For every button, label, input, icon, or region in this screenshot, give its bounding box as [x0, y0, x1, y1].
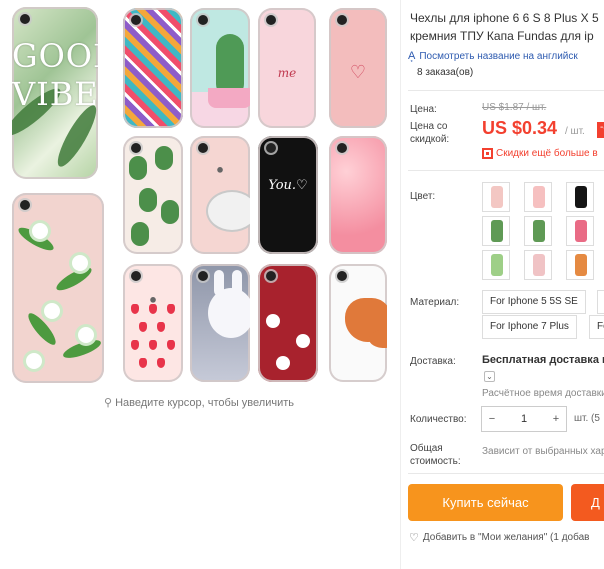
chevron-down-icon[interactable]: ⌄ — [484, 371, 495, 382]
color-swatch[interactable] — [524, 182, 552, 212]
material-option-5-5s-se[interactable]: For Iphone 5 5S SE — [482, 290, 586, 314]
total-value: Зависит от выбранных хар — [482, 446, 604, 457]
camera-icon — [337, 271, 347, 281]
camera-icon — [131, 15, 141, 25]
original-price: US $1.87 / шт. — [482, 102, 547, 113]
magnifier-icon: ⚲ — [104, 397, 113, 409]
qr-code-icon — [482, 148, 493, 159]
material-option-7-plus[interactable]: For Iphone 7 Plus — [482, 315, 577, 339]
heart-icon: ♡ — [349, 62, 367, 82]
coupon-link[interactable]: Скидки ещё больше в — [482, 148, 598, 159]
quantity-label: Количество: — [410, 414, 467, 425]
bunny-head — [208, 288, 250, 338]
shipping-label: Доставка: — [410, 356, 456, 367]
case-me-heart[interactable]: me — [258, 8, 316, 128]
camera-icon — [266, 143, 276, 153]
zoom-hint: ⚲ Наведите курсор, чтобы увеличить — [104, 396, 294, 410]
camera-icon — [198, 143, 208, 153]
color-swatch[interactable] — [524, 250, 552, 280]
delivery-time: Расчётное время доставки — [482, 388, 604, 399]
case-cactus-pot[interactable] — [190, 8, 250, 128]
case-black-you[interactable]: You.♡ — [258, 136, 318, 254]
product-gallery: GOOD VIBES me ♡ ● — [0, 0, 400, 569]
case-text: me — [277, 66, 297, 80]
shipping-value: Бесплатная доставка в — [482, 354, 604, 366]
case-pink-heart[interactable]: ♡ — [329, 8, 387, 128]
zoom-hint-text: Наведите курсор, чтобы увеличить — [115, 396, 294, 409]
label-line: скидкой: — [410, 134, 450, 145]
case-cacti-pattern[interactable] — [123, 136, 183, 254]
price-label: Цена: — [410, 104, 437, 115]
coupon-text: Скидки ещё больше в — [496, 148, 598, 159]
translate-link-text: Посмотреть название на английск — [419, 50, 578, 62]
case-red-roses[interactable] — [258, 264, 318, 382]
material-option[interactable]: Fo — [589, 315, 604, 339]
color-swatch[interactable] — [566, 250, 594, 280]
orders-count: 8 заказа(ов) — [417, 67, 474, 78]
case-tropical-flowers[interactable] — [12, 193, 104, 383]
color-swatch[interactable] — [566, 182, 594, 212]
color-swatch[interactable] — [482, 216, 510, 246]
add-to-wishlist-link[interactable]: ♡ Добавить в "Мои желания" (1 добав — [409, 531, 589, 544]
case-cat[interactable]: ● — [190, 136, 250, 254]
pot-shape — [208, 88, 250, 108]
material-option[interactable]: F — [597, 290, 604, 314]
camera-icon — [20, 200, 30, 210]
add-to-cart-button[interactable]: Д — [571, 484, 604, 521]
camera-icon — [337, 15, 347, 25]
camera-icon — [20, 14, 30, 24]
camera-icon — [337, 143, 347, 153]
apple-logo-icon: ● — [149, 291, 157, 307]
plus-button[interactable]: + — [546, 413, 566, 425]
discount-price: US $0.34 — [482, 118, 558, 138]
discount-price-label: Цена со скидкой: — [410, 120, 449, 146]
color-swatch[interactable] — [482, 250, 510, 280]
apple-logo-icon: ● — [216, 161, 224, 177]
case-white-bunny[interactable] — [190, 264, 250, 382]
material-label: Материал: — [410, 297, 460, 308]
camera-icon — [266, 15, 276, 25]
color-swatch[interactable] — [524, 216, 552, 246]
camera-icon — [198, 15, 208, 25]
label-line: Цена со — [410, 121, 448, 132]
label-line: Общая — [410, 443, 443, 454]
quantity-input[interactable]: 1 — [504, 413, 544, 425]
case-colorful-hearts[interactable] — [123, 8, 183, 128]
case-fox[interactable] — [329, 264, 387, 382]
case-text: GOOD VIBES — [12, 37, 98, 113]
cat-face — [208, 192, 250, 230]
color-label: Цвет: — [410, 191, 436, 202]
case-strawberries[interactable]: ● — [123, 264, 183, 382]
camera-icon — [131, 271, 141, 281]
product-info-panel: Чехлы для iphone 6 6 S 8 Plus X 5 кремни… — [400, 0, 604, 569]
camera-icon — [198, 271, 208, 281]
translate-icon: A͙ — [408, 50, 416, 62]
product-title-line: кремния ТПУ Капа Fundas для ip — [410, 29, 594, 43]
discount-badge: -8 — [597, 122, 604, 138]
wishlist-text: Добавить в "Мои желания" (1 добав — [422, 532, 590, 543]
color-swatch[interactable] — [482, 182, 510, 212]
camera-icon — [131, 143, 141, 153]
minus-button[interactable]: − — [482, 413, 502, 425]
case-good-vibes[interactable]: GOOD VIBES — [12, 7, 98, 179]
case-text: You.♡ — [268, 178, 308, 193]
quantity-stepper: − 1 + — [481, 406, 567, 432]
fox-tail — [369, 330, 387, 348]
product-title: Чехлы для iphone 6 6 S 8 Plus X 5 кремни… — [410, 9, 604, 45]
divider — [408, 90, 604, 91]
price-unit: / шт. — [565, 126, 585, 137]
buy-now-button[interactable]: Купить сейчас — [408, 484, 563, 521]
quantity-unit: шт. (5 — [574, 413, 600, 424]
product-title-line: Чехлы для iphone 6 6 S 8 Plus X 5 — [410, 11, 599, 25]
case-pink-petals[interactable] — [329, 136, 387, 254]
total-label: Общая стоимость: — [410, 442, 461, 468]
translate-title-link[interactable]: A͙ Посмотреть название на английск — [408, 50, 578, 62]
divider — [408, 473, 604, 474]
label-line: стоимость: — [410, 456, 461, 467]
camera-icon — [266, 271, 276, 281]
heart-outline-icon: ♡ — [409, 532, 419, 544]
divider — [408, 170, 604, 171]
color-swatch[interactable] — [566, 216, 594, 246]
